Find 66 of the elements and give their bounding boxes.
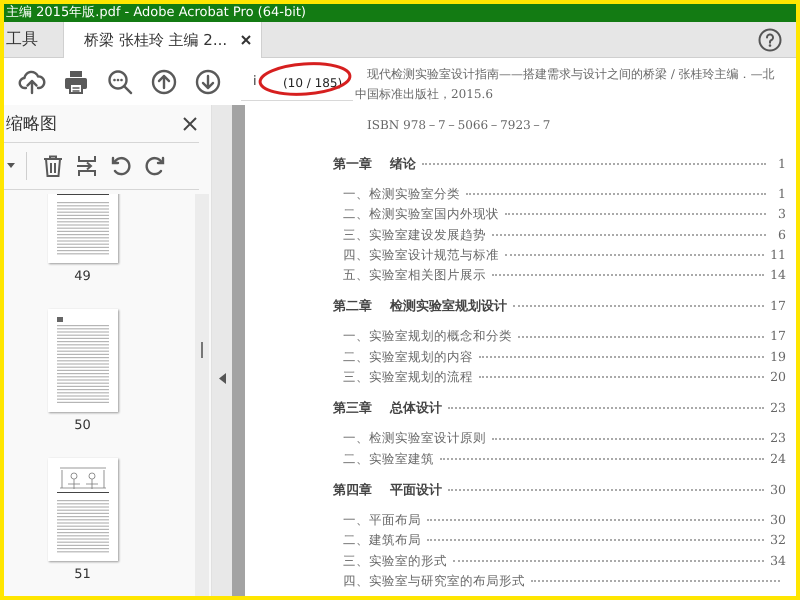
chapter-number: 第二章 xyxy=(333,298,372,316)
citation-line: 中国标准出版社，2015.6 xyxy=(355,86,494,103)
page-number: 20 xyxy=(770,368,786,386)
section-title: 二、建筑布局 xyxy=(343,531,421,550)
section-title: 二、实验室建筑 xyxy=(343,450,434,468)
arrow-down-icon[interactable] xyxy=(194,68,222,96)
page-number: 23 xyxy=(770,399,786,418)
chapter-number: 第四章 xyxy=(333,482,372,500)
section-title: 二、实验室规划的内容 xyxy=(343,348,473,366)
page-count: (10 / 185) xyxy=(283,76,342,90)
section-title: 三、实验室建设发展趋势 xyxy=(343,226,486,244)
chapter-number: 第一章 xyxy=(333,156,372,174)
page-number: 17 xyxy=(770,327,786,346)
panel-title: 缩略图 xyxy=(5,113,57,135)
page-number-label: 49 xyxy=(74,269,91,284)
page-number: 6 xyxy=(777,226,786,244)
page-number-field[interactable]: i xyxy=(241,74,275,88)
close-icon[interactable] xyxy=(241,35,252,45)
extract-pages-icon[interactable] xyxy=(75,154,99,178)
page-number: 11 xyxy=(770,246,786,264)
tab[interactable]: 桥梁 张桂玲 主编 2... xyxy=(64,22,262,58)
page-number: 19 xyxy=(770,348,786,366)
page-thumbnail[interactable] xyxy=(48,309,118,412)
chapter-title: 平面设计 xyxy=(390,482,442,500)
page-number: 17 xyxy=(770,297,786,316)
page-number-label: 51 xyxy=(74,567,91,582)
help-icon[interactable] xyxy=(758,28,782,52)
page-number: 24 xyxy=(770,450,786,468)
page-number-label: 50 xyxy=(74,418,91,433)
caret-icon[interactable] xyxy=(7,163,15,169)
page-number: 30 xyxy=(770,480,786,499)
section-title: 一、检测实验室设计原则 xyxy=(343,429,486,448)
section-title: 一、平面布局 xyxy=(343,510,421,529)
section-title: 三、实验室的形式 xyxy=(343,552,447,570)
section-title: 二、检测实验室国内外现状 xyxy=(343,205,499,224)
triangle-left-icon[interactable] xyxy=(218,373,226,384)
rotate-left-icon[interactable] xyxy=(109,154,133,178)
page-number: 23 xyxy=(770,429,786,448)
section-title: 三、实验室规划的流程 xyxy=(343,368,473,386)
page-number: 34 xyxy=(770,552,786,570)
section-title: 五、实验室相关图片展示 xyxy=(343,266,486,284)
chapter-title: 绪论 xyxy=(390,156,416,174)
trash-icon[interactable] xyxy=(41,154,65,178)
page-number: 3 xyxy=(777,205,786,224)
isbn-line: ISBN 978－7－5066－7923－7 xyxy=(367,117,552,134)
section-title: 四、实验室设计规范与标准 xyxy=(343,246,499,264)
chapter-number: 第三章 xyxy=(333,400,372,418)
scrollbar[interactable] xyxy=(195,194,209,596)
page-thumbnail[interactable] xyxy=(48,458,118,561)
page-number: 1 xyxy=(777,185,786,203)
chapter-title: 检测实验室规划设计 xyxy=(390,298,507,316)
page-number: 30 xyxy=(770,510,786,529)
section-title: 一、实验室规划的概念和分类 xyxy=(343,327,512,346)
section-title: 一、检测实验室分类 xyxy=(343,185,460,203)
zoom-icon[interactable] xyxy=(106,68,134,96)
page-number: 32 xyxy=(770,531,786,550)
window-title: 主编 2015年版.pdf - Adobe Acrobat Pro (64-bit) xyxy=(5,5,306,20)
section-title: 四、实验室与研究室的布局形式 xyxy=(343,572,525,590)
page-number: 1 xyxy=(777,155,786,173)
rotate-right-icon[interactable] xyxy=(143,154,167,178)
page-number: 14 xyxy=(770,266,786,284)
close-icon[interactable] xyxy=(183,116,197,130)
chapter-title: 总体设计 xyxy=(390,400,442,418)
upload-icon[interactable] xyxy=(18,68,46,96)
arrow-up-icon[interactable] xyxy=(150,68,178,96)
citation-line: 现代检测实验室设计指南——搭建需求与设计之间的桥梁 / 张桂玲主编．—北 xyxy=(366,66,776,83)
